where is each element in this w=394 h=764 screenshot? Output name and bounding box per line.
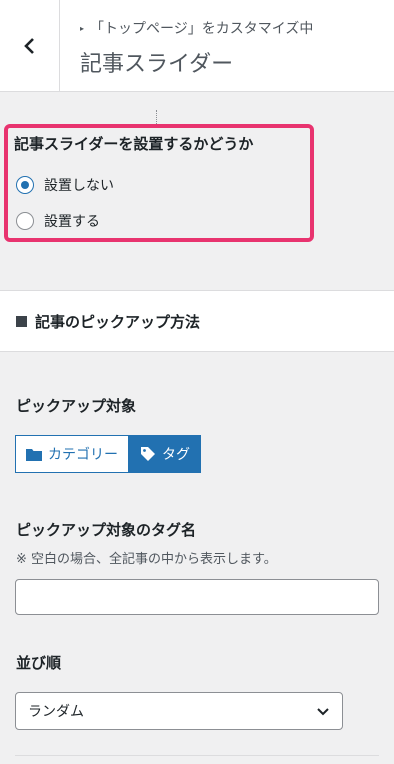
order-label: 並び順	[16, 654, 62, 672]
chevron-down-icon	[317, 708, 329, 716]
radio-button[interactable]	[16, 176, 34, 194]
order-select[interactable]: ランダム	[15, 692, 343, 730]
breadcrumb: ▸ 「トップページ」をカスタマイズ中	[80, 18, 313, 38]
order-select-value: ランダム	[28, 704, 84, 720]
folder-icon	[26, 448, 42, 461]
square-icon	[16, 315, 27, 327]
radio-label: 設置しない	[44, 178, 114, 194]
divider	[15, 755, 379, 756]
tag-icon	[141, 447, 155, 461]
pickup-target-toggle: カテゴリー タグ	[15, 435, 201, 473]
section-title: 記事のピックアップ方法	[35, 312, 201, 331]
section-header-pickup: 記事のピックアップ方法	[0, 290, 394, 352]
slider-setting-heading: 記事スライダーを設置するかどうか	[14, 135, 254, 153]
radio-option-install[interactable]: 設置する	[16, 211, 100, 231]
tag-name-label: ピックアップ対象のタグ名	[16, 521, 197, 539]
chevron-left-icon	[23, 38, 34, 54]
category-button[interactable]: カテゴリー	[15, 435, 129, 473]
pickup-target-label: ピックアップ対象	[16, 397, 137, 415]
tag-button[interactable]: タグ	[129, 435, 201, 473]
customizer-header: ▸ 「トップページ」をカスタマイズ中 記事スライダー	[0, 0, 394, 92]
breadcrumb-text: 「トップページ」をカスタマイズ中	[90, 21, 314, 37]
radio-option-not-install[interactable]: 設置しない	[16, 175, 114, 195]
caret-right-icon: ▸	[80, 23, 85, 33]
tag-name-input[interactable]	[15, 579, 379, 615]
back-button[interactable]	[0, 0, 60, 92]
radio-button[interactable]	[16, 212, 34, 230]
tag-name-note: ※ 空白の場合、全記事の中から表示します。	[16, 552, 277, 567]
radio-label: 設置する	[44, 214, 100, 230]
panel-title: 記事スライダー	[80, 52, 234, 77]
